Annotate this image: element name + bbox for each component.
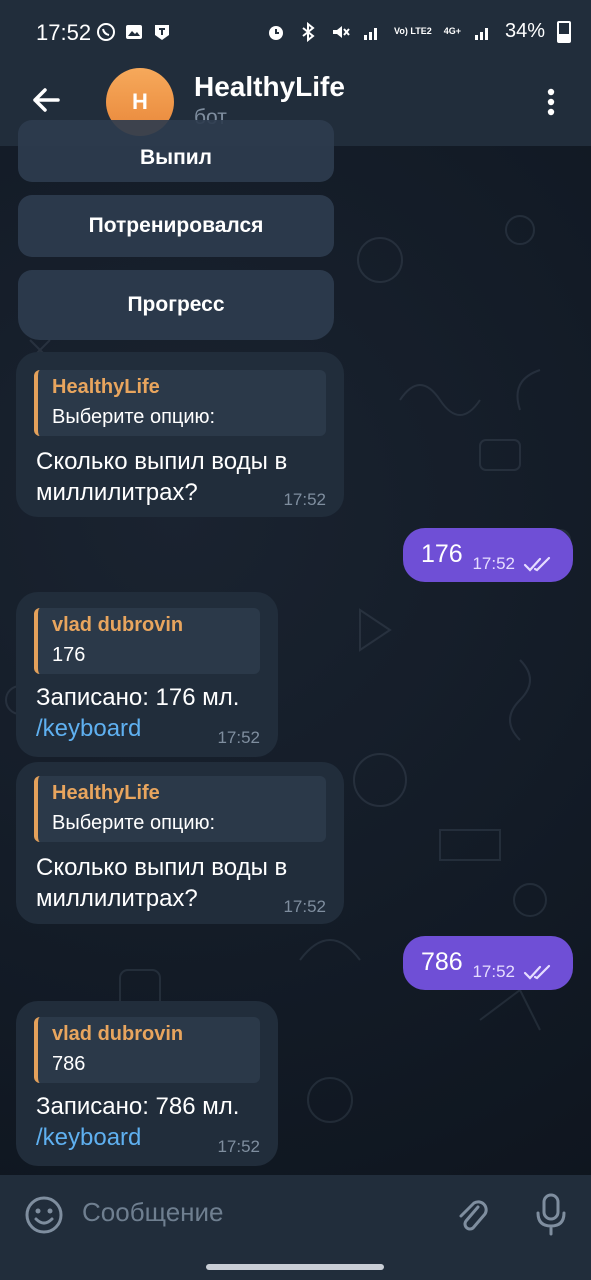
battery-icon xyxy=(557,20,571,43)
volte-badge: Vo) LTE2 xyxy=(394,26,432,36)
message-time: 17:52 xyxy=(283,490,326,509)
keyboard-command-link[interactable]: /keyboard xyxy=(36,713,239,744)
message-time: 17:52 xyxy=(217,728,260,747)
message-time: 17:52 xyxy=(217,1137,260,1156)
message-line: Записано: 176 мл. xyxy=(36,684,240,711)
battery-percent: 34% xyxy=(504,20,545,42)
reply-quote[interactable]: HealthyLife Выберите опцию: xyxy=(34,776,326,842)
message-bubble-bot[interactable]: HealthyLife Выберите опцию: Сколько выпи… xyxy=(16,762,344,924)
keyboard-command-link[interactable]: /keyboard xyxy=(36,1122,239,1153)
quote-text: 176 xyxy=(52,644,86,666)
message-composer: Сообщение xyxy=(0,1175,591,1280)
quote-text: Выберите опцию: xyxy=(52,812,216,834)
microphone-icon[interactable] xyxy=(534,1193,568,1237)
smile-icon[interactable] xyxy=(24,1195,64,1235)
bluetooth-icon xyxy=(302,21,315,42)
message-line: Записано: 786 мл. xyxy=(36,1093,240,1120)
message-time: 17:52 xyxy=(472,554,515,573)
whatsapp-icon xyxy=(97,23,115,41)
reply-quote[interactable]: vlad dubrovin 786 xyxy=(34,1017,260,1083)
message-text: Записано: 176 мл. /keyboard xyxy=(36,682,239,744)
message-text: Записано: 786 мл. /keyboard xyxy=(36,1091,239,1153)
quote-author: vlad dubrovin xyxy=(52,614,184,636)
alarm-icon xyxy=(269,25,284,40)
mute-icon xyxy=(333,25,350,38)
double-check-icon xyxy=(523,964,551,980)
more-vertical-icon[interactable] xyxy=(539,84,563,120)
message-line: Сколько выпил воды в xyxy=(36,854,288,881)
message-time: 17:52 xyxy=(283,897,326,916)
quote-author: HealthyLife xyxy=(52,376,160,398)
status-time: 17:52 xyxy=(36,20,92,45)
keyboard-button-drank[interactable]: Выпил xyxy=(18,120,334,182)
paperclip-icon[interactable] xyxy=(452,1195,492,1235)
double-check-icon xyxy=(523,556,551,572)
home-indicator[interactable] xyxy=(206,1264,384,1270)
signal-icon-2 xyxy=(474,27,488,40)
message-line: миллилитрах? xyxy=(36,885,198,912)
message-bubble-bot[interactable]: vlad dubrovin 176 Записано: 176 мл. /key… xyxy=(16,592,278,757)
message-line: миллилитрах? xyxy=(36,479,198,506)
message-bubble-user[interactable]: 176 17:52 xyxy=(403,528,573,582)
notification-icons xyxy=(96,22,172,42)
arrow-left-icon[interactable] xyxy=(28,82,64,118)
quote-author: HealthyLife xyxy=(52,782,160,804)
message-input[interactable]: Сообщение xyxy=(82,1197,224,1228)
quote-text: Выберите опцию: xyxy=(52,406,216,428)
quote-author: vlad dubrovin xyxy=(52,1023,184,1045)
keyboard-button-label: Прогресс xyxy=(127,293,225,316)
chat-title[interactable]: HealthyLife xyxy=(194,71,345,103)
message-text: Сколько выпил воды в миллилитрах? xyxy=(36,446,287,508)
reply-quote[interactable]: vlad dubrovin 176 xyxy=(34,608,260,674)
signal-icon xyxy=(364,27,378,40)
app-notification-icon xyxy=(155,25,169,40)
keyboard-button-label: Потренировался xyxy=(88,214,264,237)
message-bubble-user[interactable]: 786 17:52 xyxy=(403,936,573,990)
gallery-icon xyxy=(126,25,142,39)
message-text: Сколько выпил воды в миллилитрах? xyxy=(36,852,287,914)
message-text: 176 xyxy=(421,540,463,568)
keyboard-button-label: Выпил xyxy=(139,146,213,169)
message-text: 786 xyxy=(421,948,463,976)
message-bubble-bot[interactable]: vlad dubrovin 786 Записано: 786 мл. /key… xyxy=(16,1001,278,1166)
reply-quote[interactable]: HealthyLife Выберите опцию: xyxy=(34,370,326,436)
quote-text: 786 xyxy=(52,1053,86,1075)
keyboard-button-progress[interactable]: Прогресс xyxy=(18,270,334,340)
system-status: Vo) LTE2 4G+ 34% xyxy=(266,20,571,43)
message-line: Сколько выпил воды в xyxy=(36,448,288,475)
status-bar: 17:52 Vo) LTE2 4G+ 34% xyxy=(0,0,591,68)
keyboard-button-trained[interactable]: Потренировался xyxy=(18,195,334,257)
message-bubble-bot[interactable]: HealthyLife Выберите опцию: Сколько выпи… xyxy=(16,352,344,517)
message-time: 17:52 xyxy=(472,962,515,981)
network-type-badge: 4G+ xyxy=(443,26,461,36)
